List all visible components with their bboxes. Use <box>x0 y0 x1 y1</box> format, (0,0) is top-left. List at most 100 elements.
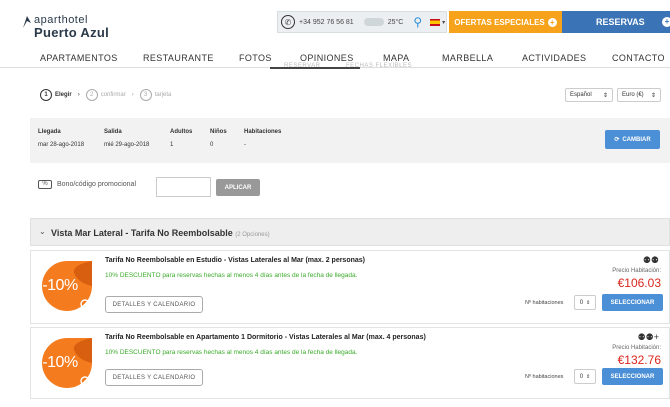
location-pin-icon[interactable]: ⚲ <box>413 15 422 29</box>
promo-code-row: % Bono/código promocional <box>38 180 136 189</box>
select-room-button[interactable]: SELECCIONAR <box>602 294 663 311</box>
booking-page: aparthotel Puerto Azul ✆ +34 952 76 56 8… <box>0 0 670 407</box>
change-search-label: CAMBIAR <box>622 136 651 143</box>
top-header: aparthotel Puerto Azul ✆ +34 952 76 56 8… <box>0 0 670 44</box>
summary-llegada: Llegada mar 28-ago-2018 <box>38 129 84 148</box>
language-dropdown-arrow-icon[interactable]: ▾ <box>442 19 445 26</box>
adultos-value: 1 <box>170 142 174 148</box>
discount-percent: -10% <box>42 354 78 371</box>
qty-value: 0 <box>579 299 584 306</box>
chevron-down-icon[interactable]: ⌄ <box>39 227 46 236</box>
promo-code-input[interactable] <box>156 177 211 197</box>
discount-text: 10% DESCUENTO para reservas hechas al me… <box>105 349 358 356</box>
discount-percent: -10% <box>42 277 78 294</box>
phone-number[interactable]: +34 952 76 56 81 <box>299 19 354 26</box>
discount-sticker-badge[interactable]: -10% <box>38 334 96 392</box>
discount-text: 10% DESCUENTO para reservas hechas al me… <box>105 272 358 279</box>
select-arrows-icon: ⇕ <box>586 373 591 380</box>
step-number: 2 <box>85 89 98 101</box>
plus-icon: + <box>662 17 670 27</box>
apply-promo-button[interactable]: APLICAR <box>216 179 260 196</box>
select-arrows-icon: ⇕ <box>586 299 591 306</box>
coupon-icon: % <box>38 180 52 189</box>
summary-ninos: Niños 0 <box>210 129 227 148</box>
summary-salida: Salida mié 29-ago-2018 <box>104 129 149 148</box>
spain-flag-icon[interactable] <box>430 18 441 26</box>
language-value: Español <box>570 92 592 98</box>
nav-item-contacto[interactable]: CONTACTO <box>612 53 665 63</box>
details-calendar-button[interactable]: DETALLES Y CALENDARIO <box>105 296 203 313</box>
contact-weather-box: ✆ +34 952 76 56 81 25°C ⚲ ▾ <box>277 11 447 33</box>
discount-sticker-badge[interactable]: -10% <box>38 257 96 315</box>
salida-value: mié 29-ago-2018 <box>104 142 150 148</box>
reservations-label: RESERVAS <box>596 17 645 27</box>
occupancy-icon: ⚉⚉ <box>642 255 659 265</box>
room-group-title: Vista Mar Lateral - Tarifa No Reembolsab… <box>51 228 270 238</box>
search-summary: Llegada mar 28-ago-2018 Salida mié 29-ag… <box>30 118 670 163</box>
llegada-label: Llegada <box>38 129 61 135</box>
rooms-count-label: Nº habitaciones <box>525 374 564 380</box>
change-search-button[interactable]: ⟳ CAMBIAR <box>605 130 660 149</box>
adultos-label: Adultos <box>170 129 193 135</box>
temperature: 25°C <box>387 18 404 26</box>
step-number: 3 <box>139 89 152 101</box>
currency-select[interactable]: Euro (€) ⇕ <box>617 88 661 102</box>
nav-item-restaurante[interactable]: RESTAURANTE <box>143 53 214 63</box>
promo-label: Bono/código promocional <box>57 181 136 188</box>
ninos-value: 0 <box>210 142 214 148</box>
hotel-logo[interactable]: aparthotel Puerto Azul <box>22 11 142 41</box>
logo-bird-icon <box>23 16 31 28</box>
room-group-header[interactable]: ⌄ Vista Mar Lateral - Tarifa No Reembols… <box>30 218 670 246</box>
summary-adultos: Adultos 1 <box>170 129 192 148</box>
step-label: Elegir <box>55 92 72 98</box>
currency-value: Euro (€) <box>622 92 644 98</box>
language-select[interactable]: Español ⇕ <box>565 88 613 102</box>
nav-item-opiniones[interactable]: OPINIONES <box>300 53 354 63</box>
logo-line2: Puerto Azul <box>34 25 110 40</box>
cloud-icon <box>363 18 384 26</box>
step-tarjeta: 3 tarjeta <box>139 89 171 101</box>
step-label: confirmar <box>100 92 126 98</box>
special-offers-label: OFERTAS ESPECIALES <box>454 17 545 27</box>
room-group-count: (2 Opciones) <box>235 232 270 238</box>
chevron-right-icon: › <box>77 92 80 98</box>
room-price: €106.03 <box>617 276 661 290</box>
nav-item-actividades[interactable]: ACTIVIDADES <box>522 53 586 63</box>
tab-fechas-flexibles[interactable]: FECHAS FLEXIBLES <box>346 63 412 69</box>
nav-item-apartamentos[interactable]: APARTAMENTOS <box>40 53 118 63</box>
special-offers-button[interactable]: OFERTAS ESPECIALES + <box>449 11 562 33</box>
habitaciones-value: - <box>244 142 246 148</box>
room-price: €132.76 <box>617 353 661 367</box>
salida-label: Salida <box>104 129 122 135</box>
select-room-button[interactable]: SELECCIONAR <box>602 368 663 385</box>
step-confirmar: 2 confirmar <box>85 89 126 101</box>
ninos-label: Niños <box>210 129 227 135</box>
room-option-card: -10% Tarifa No Reembolsable en Apartamen… <box>30 327 670 399</box>
rooms-quantity-select[interactable]: 0 ⇕ <box>574 369 596 384</box>
nav-item-mapa[interactable]: MAPA <box>383 53 409 63</box>
step-elegir: 1 Elegir <box>40 89 72 101</box>
room-option-card: -10% Tarifa No Reembolsable en Estudio -… <box>30 250 670 324</box>
reservations-button[interactable]: RESERVAS + <box>562 11 670 33</box>
select-arrows-icon: ⇕ <box>650 92 656 99</box>
occupancy-icon: ⚉⚉+ <box>637 332 659 342</box>
booking-steps: 1 Elegir › 2 confirmar › 3 tarjeta <box>40 88 171 102</box>
nav-item-marbella[interactable]: MARBELLA <box>442 53 493 63</box>
refresh-icon: ⟳ <box>614 137 620 143</box>
tab-reservar[interactable]: RESERVAR <box>284 63 320 69</box>
rooms-count-label: Nº habitaciones <box>525 300 564 306</box>
price-label: Precio Habitación: <box>612 268 661 274</box>
select-arrows-icon: ⇕ <box>602 92 608 99</box>
llegada-value: mar 28-ago-2018 <box>38 142 85 148</box>
details-calendar-button[interactable]: DETALLES Y CALENDARIO <box>105 369 203 386</box>
main-nav: APARTAMENTOS RESTAURANTE FOTOS OPINIONES… <box>0 48 670 69</box>
rooms-quantity-select[interactable]: 0 ⇕ <box>574 295 596 310</box>
plus-icon: + <box>547 17 557 27</box>
room-title: Tarifa No Reembolsable en Estudio - Vist… <box>105 257 365 264</box>
price-label: Precio Habitación: <box>612 345 661 351</box>
nav-item-fotos[interactable]: FOTOS <box>239 53 272 63</box>
summary-habitaciones: Habitaciones - <box>244 129 281 148</box>
phone-icon[interactable]: ✆ <box>281 15 295 29</box>
qty-value: 0 <box>579 373 584 380</box>
room-title: Tarifa No Reembolsable en Apartamento 1 … <box>105 334 426 341</box>
